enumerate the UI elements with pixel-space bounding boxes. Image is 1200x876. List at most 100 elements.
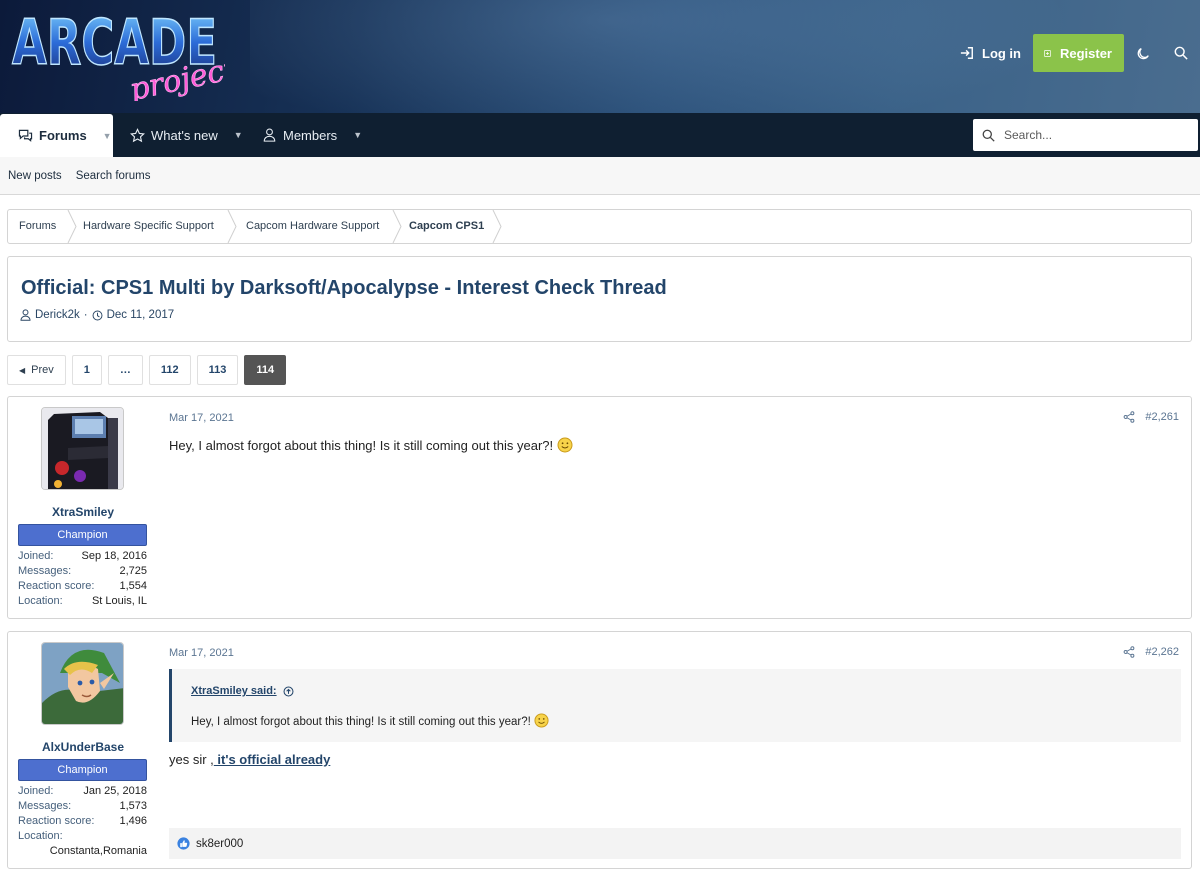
search-placeholder: Search...	[1004, 128, 1053, 142]
login-button[interactable]: Log in	[948, 34, 1033, 72]
tab-forums-label: Forums	[39, 128, 87, 143]
quote-block: XtraSmiley said: Hey, I almost forgot ab…	[169, 669, 1181, 742]
thread-header: Official: CPS1 Multi by Darksoft/Apocaly…	[7, 256, 1192, 342]
stat-reaction-score: Reaction score: 1,554	[18, 579, 147, 594]
post-text: yes sir ,	[169, 752, 214, 767]
page-113[interactable]: 113	[196, 355, 239, 385]
stat-value[interactable]: St Louis, IL	[92, 594, 147, 609]
register-icon	[1044, 49, 1051, 57]
tab-whats-new[interactable]: What's new ▼	[130, 113, 243, 157]
breadcrumb-capcom-support[interactable]: Capcom Hardware Support	[246, 210, 379, 243]
stat-location-value: Constanta,Romania	[18, 844, 147, 859]
quote-text: Hey, I almost forgot about this thing! I…	[191, 716, 531, 728]
site-logo[interactable]: ARCADE project	[10, 6, 225, 101]
thread-title: Official: CPS1 Multi by Darksoft/Apocaly…	[21, 277, 667, 299]
search-icon	[982, 129, 995, 142]
stat-label: Location:	[18, 830, 63, 842]
subnav-search-forums[interactable]: Search forums	[76, 170, 151, 182]
chevron-down-icon[interactable]: ▼	[234, 130, 243, 140]
quote-author: XtraSmiley said:	[191, 685, 277, 697]
username[interactable]: XtraSmiley	[8, 505, 158, 519]
stat-label: Location:	[18, 595, 63, 607]
stat-joined: Joined: Jan 25, 2018	[18, 784, 147, 799]
page-1[interactable]: 1	[71, 355, 102, 385]
stat-label: Reaction score:	[18, 580, 95, 592]
post-2261: XtraSmiley Champion Joined: Sep 18, 2016 …	[7, 396, 1192, 619]
stat-label: Messages:	[18, 800, 72, 812]
header-search-button[interactable]	[1162, 34, 1200, 72]
avatar[interactable]	[41, 642, 124, 725]
arrow-up-circle-icon[interactable]	[283, 686, 294, 697]
chevron-down-icon[interactable]: ▼	[103, 131, 112, 141]
stat-location: Location:	[18, 829, 147, 844]
stat-reaction-score: Reaction score: 1,496	[18, 814, 147, 829]
quote-author-link[interactable]: XtraSmiley said:	[191, 685, 294, 697]
tab-members[interactable]: Members ▼	[263, 113, 362, 157]
star-icon	[130, 127, 145, 142]
stat-label: Joined:	[18, 550, 54, 562]
stat-value: 1,496	[119, 815, 147, 827]
user-icon	[263, 128, 276, 142]
stat-value: 1,554	[119, 580, 147, 592]
thread-author[interactable]: Derick2k	[35, 309, 80, 321]
subnav-new-posts[interactable]: New posts	[8, 170, 62, 182]
stat-value: 1,573	[119, 800, 147, 812]
clock-icon	[92, 310, 103, 320]
theme-toggle-button[interactable]	[1124, 34, 1162, 72]
official-link[interactable]: it's official already	[214, 752, 330, 767]
user-stats: Joined: Jan 25, 2018 Messages: 1,573 React…	[18, 784, 147, 859]
post-number-label: #2,262	[1145, 646, 1179, 658]
stat-value: Jan 25, 2018	[83, 785, 147, 797]
breadcrumb: Forums Hardware Specific Support Capcom …	[7, 209, 1192, 244]
avatar[interactable]	[41, 407, 124, 490]
stat-joined: Joined: Sep 18, 2016	[18, 549, 147, 564]
page-114-current[interactable]: 114	[244, 355, 287, 385]
chat-bubbles-icon	[18, 129, 33, 142]
stat-location: Location: St Louis, IL	[18, 594, 147, 609]
reaction-user[interactable]: sk8er000	[196, 838, 243, 850]
sub-nav: New posts Search forums	[0, 157, 1200, 195]
smile-emoji-icon	[534, 713, 549, 728]
user-stats: Joined: Sep 18, 2016 Messages: 2,725 React…	[18, 549, 147, 609]
login-icon	[960, 47, 973, 59]
register-button[interactable]: Register	[1033, 34, 1124, 72]
register-label: Register	[1059, 45, 1112, 61]
chevron-down-icon[interactable]: ▼	[353, 130, 362, 140]
breadcrumb-hardware-support[interactable]: Hardware Specific Support	[83, 210, 214, 243]
post-text: Hey, I almost forgot about this thing! I…	[169, 438, 554, 453]
stat-label: Messages:	[18, 565, 72, 577]
search-input[interactable]: Search...	[973, 119, 1198, 151]
username[interactable]: AlxUnderBase	[8, 740, 158, 754]
main-nav: Forums ▼ What's new ▼ Members ▼ Search..…	[0, 113, 1200, 157]
page-112[interactable]: 112	[148, 355, 191, 385]
like-reaction-icon[interactable]	[177, 837, 190, 850]
page-ellipsis[interactable]: …	[107, 355, 143, 385]
moon-icon	[1137, 48, 1149, 60]
post-date[interactable]: Mar 17, 2021	[169, 412, 234, 424]
tab-forums[interactable]: Forums ▼	[0, 114, 113, 157]
thread-date[interactable]: Dec 11, 2017	[107, 309, 175, 321]
post-number[interactable]: #2,261	[1123, 411, 1179, 423]
location-value[interactable]: Constanta,Romania	[50, 844, 147, 859]
share-icon[interactable]	[1123, 411, 1135, 423]
login-label: Log in	[982, 45, 1021, 61]
user-rank-badge: Champion	[18, 759, 147, 781]
chevron-left-icon: ◀	[19, 365, 26, 375]
breadcrumb-forums[interactable]: Forums	[19, 210, 56, 243]
share-icon[interactable]	[1123, 646, 1135, 658]
link-character-avatar	[42, 643, 123, 724]
post-date[interactable]: Mar 17, 2021	[169, 647, 234, 659]
post-2262: AlxUnderBase Champion Joined: Jan 25, 201…	[7, 631, 1192, 869]
thread-meta: Derick2k · Dec 11, 2017	[20, 309, 174, 321]
post-body: yes sir , it's official already	[169, 752, 330, 767]
breadcrumb-separator	[67, 210, 77, 243]
prev-page-button[interactable]: ◀ Prev	[7, 355, 66, 385]
breadcrumb-separator	[227, 210, 237, 243]
post-number[interactable]: #2,262	[1123, 646, 1179, 658]
pagination: ◀ Prev 1 … 112 113 114	[7, 355, 287, 385]
breadcrumb-separator	[492, 210, 502, 243]
stat-messages: Messages: 1,573	[18, 799, 147, 814]
stat-messages: Messages: 2,725	[18, 564, 147, 579]
stat-label: Reaction score:	[18, 815, 95, 827]
breadcrumb-capcom-cps1[interactable]: Capcom CPS1	[409, 210, 484, 243]
